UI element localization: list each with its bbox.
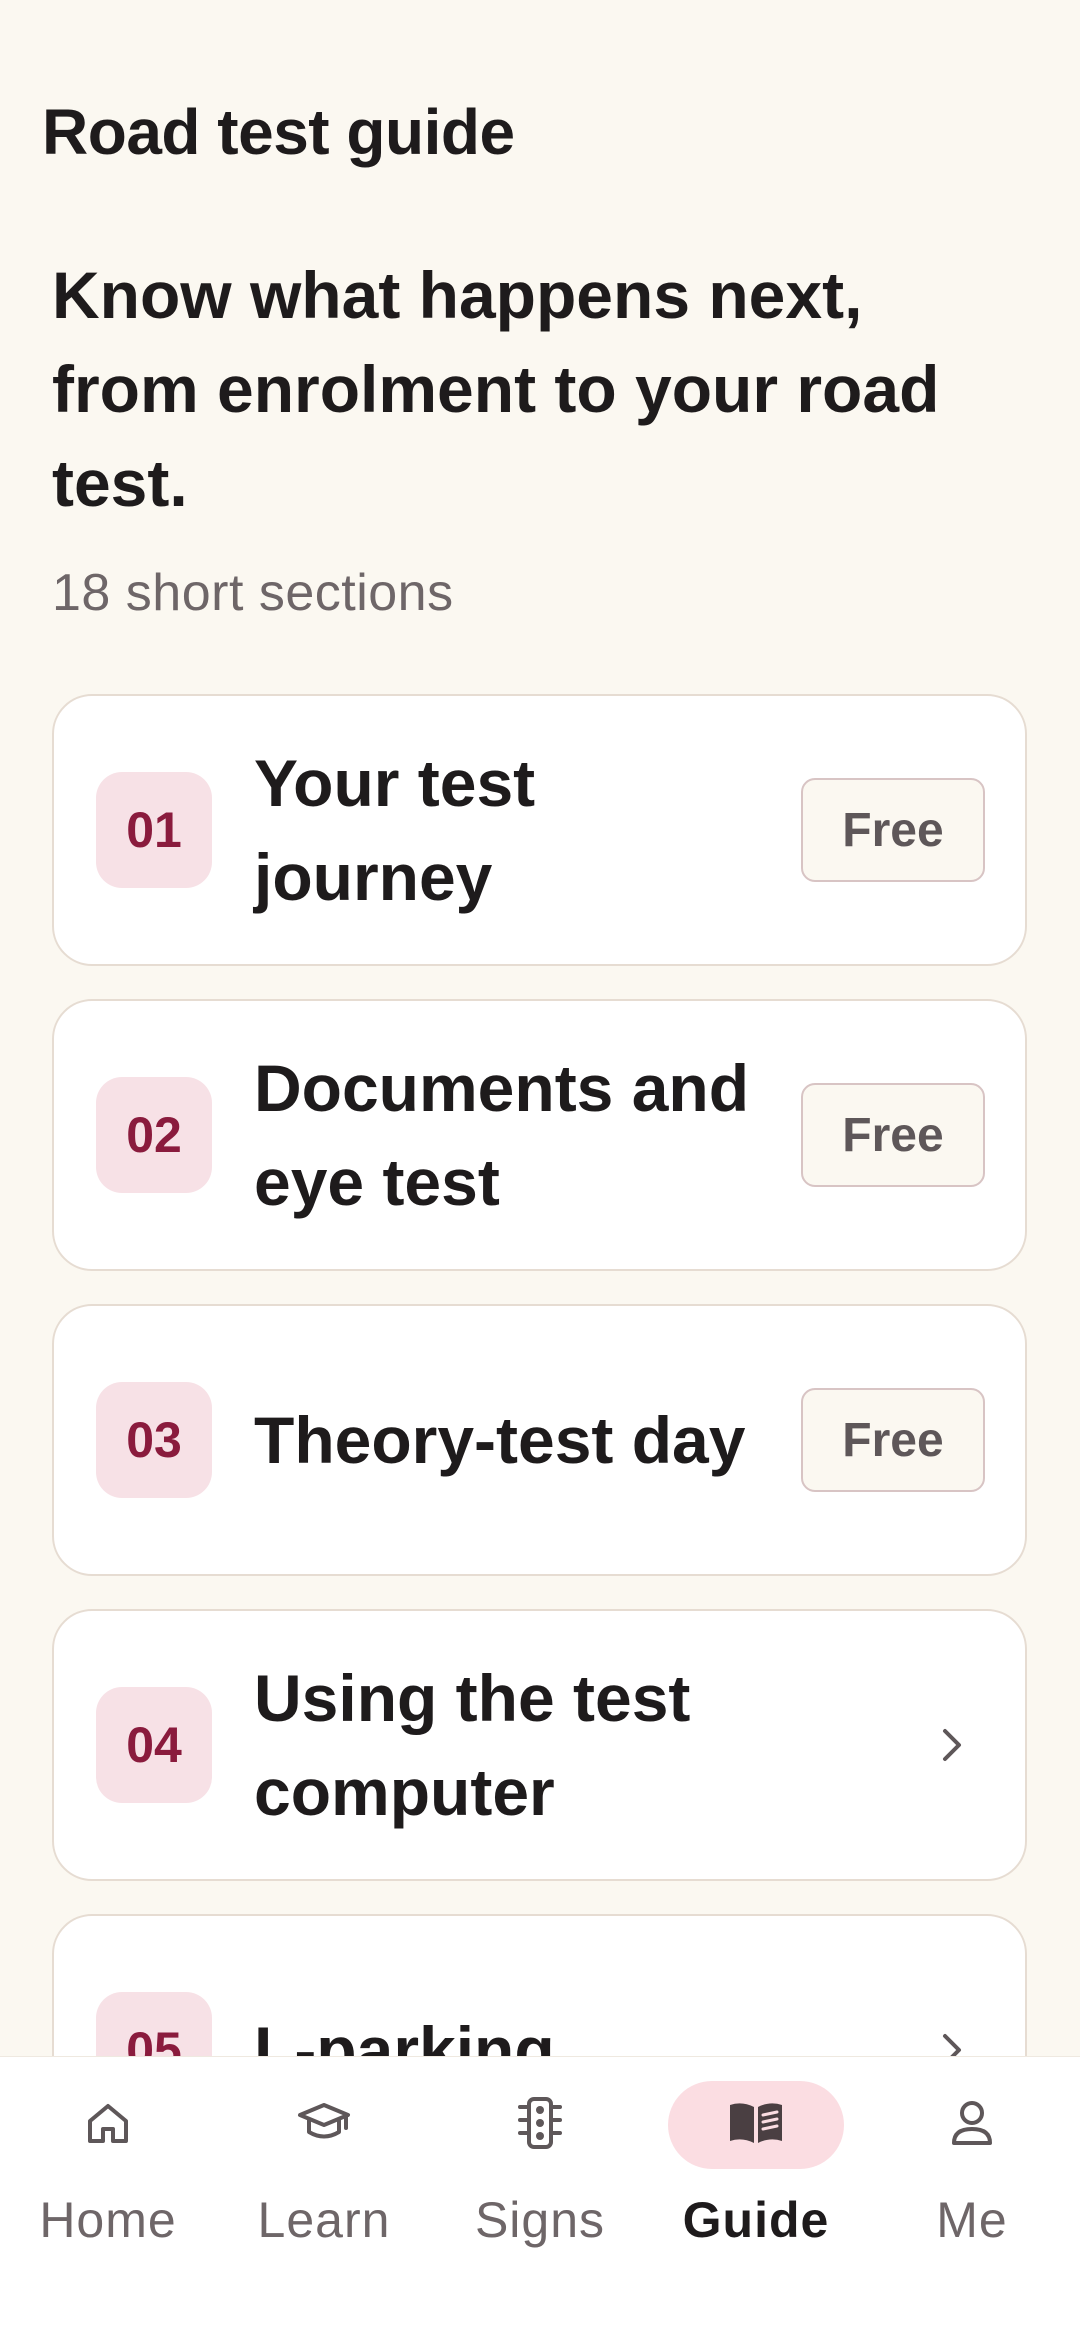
nav-icon-container xyxy=(452,2081,628,2169)
free-badge: Free xyxy=(801,1388,985,1492)
nav-item-signs[interactable]: Signs xyxy=(432,2057,648,2329)
section-number: 02 xyxy=(96,1077,212,1193)
section-title: Using the test computer xyxy=(254,1661,691,1829)
section-card-3[interactable]: 03 Theory-test day Free xyxy=(52,1304,1027,1576)
section-number: 03 xyxy=(96,1382,212,1498)
section-title: Theory-test day xyxy=(254,1403,746,1477)
section-list: 01 Your test journey Free 02 Documents a… xyxy=(52,694,1027,2219)
traffic-light-icon xyxy=(514,2095,566,2156)
section-card-4[interactable]: 04 Using the test computer xyxy=(52,1609,1027,1881)
section-title: Your test journey xyxy=(254,746,536,914)
nav-label: Signs xyxy=(474,2192,606,2248)
section-card-1[interactable]: 01 Your test journey Free xyxy=(52,694,1027,966)
nav-item-learn[interactable]: Learn xyxy=(216,2057,432,2329)
nav-icon-container xyxy=(20,2081,196,2169)
nav-label: Learn xyxy=(257,2192,391,2248)
intro-headline: Know what happens next, from enrolment t… xyxy=(52,258,940,520)
free-badge: Free xyxy=(801,1083,985,1187)
bottom-nav: Home Learn Signs Guide Me xyxy=(0,2056,1080,2329)
section-card-2[interactable]: 02 Documents and eye test Free xyxy=(52,999,1027,1271)
nav-icon-container xyxy=(884,2081,1060,2169)
section-title: Documents and eye test xyxy=(254,1051,750,1219)
nav-label: Home xyxy=(39,2192,177,2248)
nav-item-guide[interactable]: Guide xyxy=(648,2057,864,2329)
nav-label: Guide xyxy=(682,2192,830,2248)
free-badge: Free xyxy=(801,778,985,882)
nav-item-home[interactable]: Home xyxy=(0,2057,216,2329)
person-icon xyxy=(946,2097,998,2154)
chevron-right-icon xyxy=(933,1725,973,1765)
page-title: Road test guide xyxy=(42,96,515,168)
section-count: 18 short sections xyxy=(52,564,454,622)
home-icon xyxy=(82,2097,134,2154)
graduation-cap-icon xyxy=(296,2097,352,2154)
section-number: 04 xyxy=(96,1687,212,1803)
nav-label: Me xyxy=(936,2192,1008,2248)
section-number: 01 xyxy=(96,772,212,888)
nav-icon-container xyxy=(236,2081,412,2169)
nav-item-me[interactable]: Me xyxy=(864,2057,1080,2329)
book-icon xyxy=(726,2099,786,2152)
nav-icon-container xyxy=(668,2081,844,2169)
